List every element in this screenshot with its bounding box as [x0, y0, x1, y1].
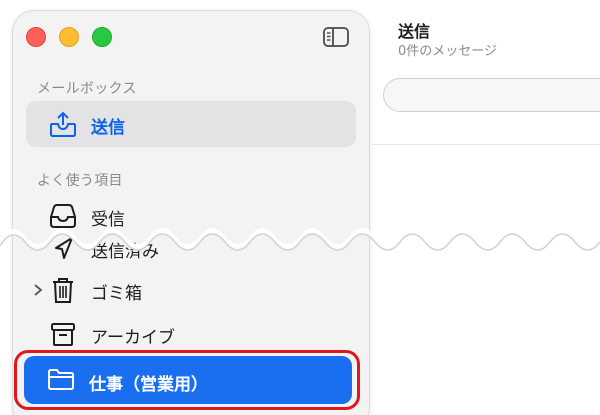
divider	[372, 144, 600, 145]
minimize-window-button[interactable]	[59, 27, 79, 47]
highlight-annotation-frame	[14, 350, 360, 410]
close-window-button[interactable]	[26, 27, 46, 47]
sidebar-item-outbox[interactable]: 送信	[26, 101, 356, 147]
sidebar-item-label: ゴミ箱	[91, 284, 142, 304]
sidebar-item-label: 送信	[91, 118, 125, 138]
search-input[interactable]	[383, 78, 600, 112]
sidebar-toggle-icon[interactable]	[322, 26, 350, 48]
sidebar-item-label: アーカイブ	[91, 328, 175, 348]
archive-box-icon	[48, 320, 78, 348]
zoom-window-button[interactable]	[92, 27, 112, 47]
mailbox-title: 送信	[398, 22, 431, 41]
mailboxes-section-header: メールボックス	[37, 81, 137, 97]
torn-edge-divider	[0, 222, 600, 262]
trash-icon	[48, 276, 78, 304]
sidebar-item-trash[interactable]: ゴミ箱	[26, 267, 356, 313]
message-count: 0件のメッセージ	[398, 44, 498, 59]
favorites-section-header: よく使う項目	[37, 173, 123, 189]
outbox-tray-icon	[48, 110, 78, 138]
